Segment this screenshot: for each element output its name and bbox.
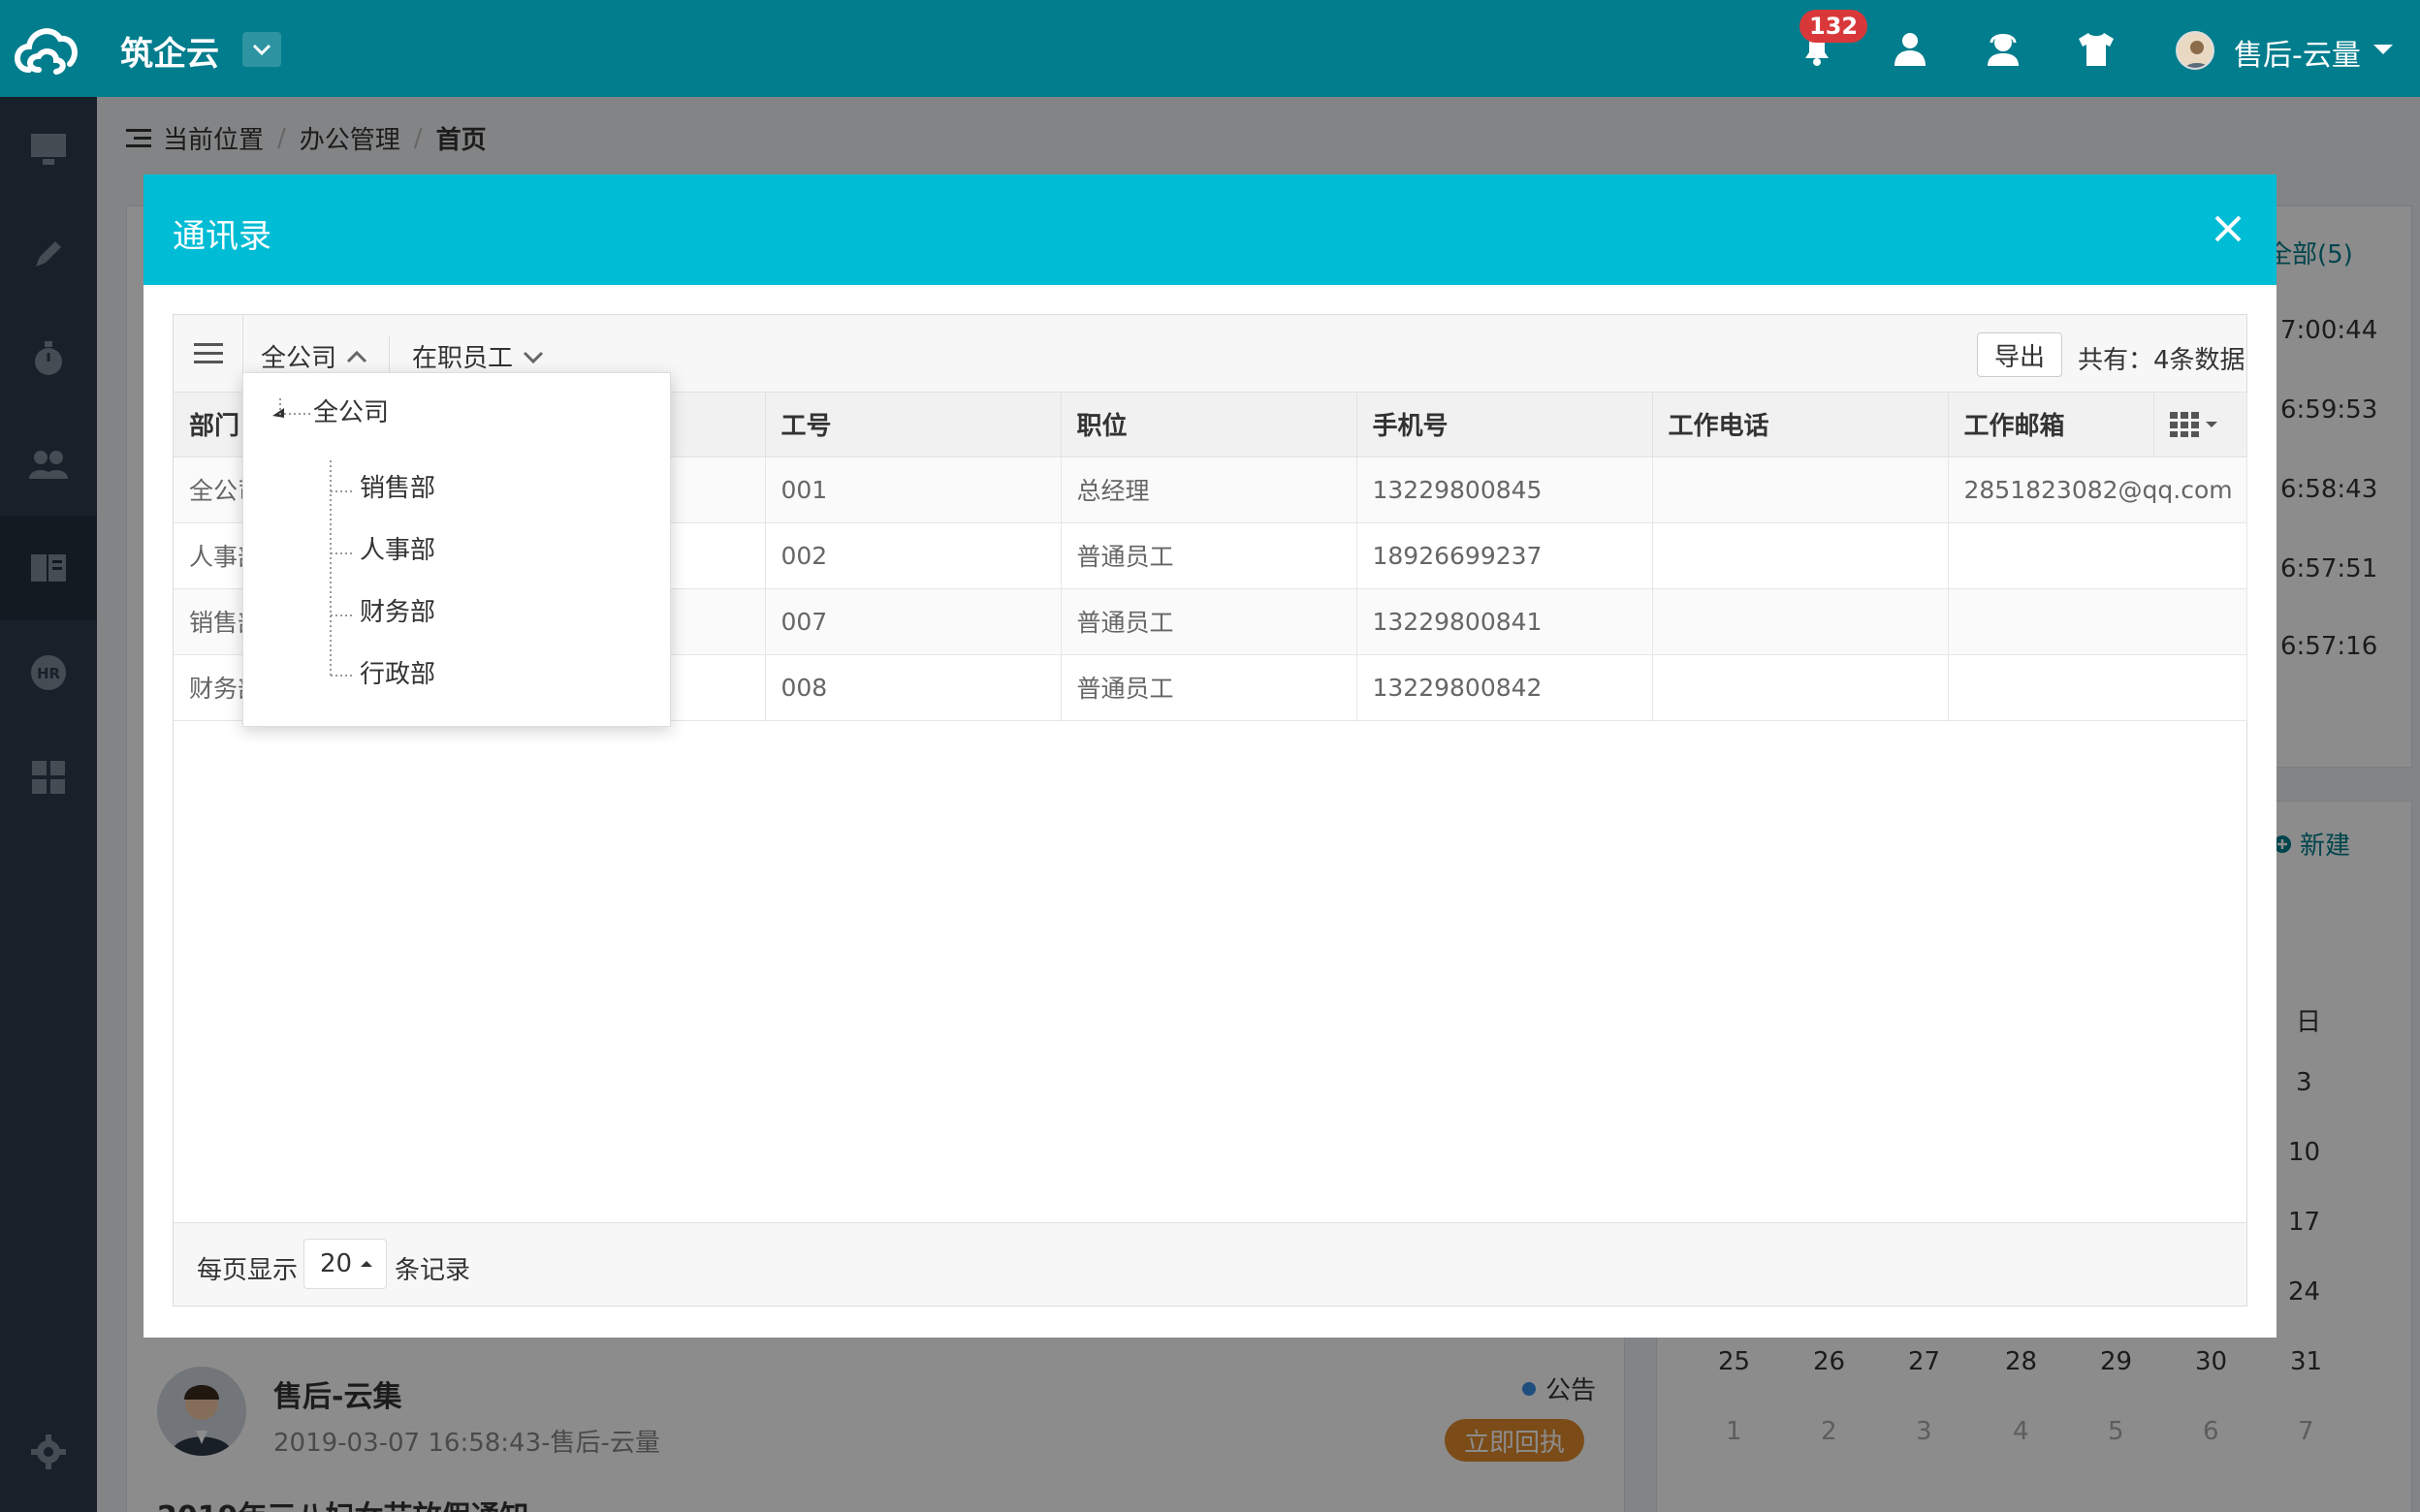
brand-name: 筑企云 — [120, 35, 219, 74]
cell-phone — [1652, 588, 1949, 655]
cell-position: 普通员工 — [1061, 522, 1357, 589]
cell-email — [1948, 654, 2247, 721]
chevron-up-icon — [346, 350, 367, 362]
department-tree-dropdown: 全公司 销售部 人事部 财务部 行政部 — [242, 372, 671, 727]
total-count: 共有：4条数据 — [2078, 346, 2245, 375]
cloud-logo-icon[interactable] — [10, 14, 83, 83]
avatar-person-icon — [2178, 33, 2213, 68]
contacts-modal: 通讯录 全公司 在职员工 导出 共有：4条数据 部门 工号 职位 手机号 工作电… — [143, 174, 2277, 1338]
scope-filter-dropdown[interactable]: 全公司 — [261, 338, 367, 374]
cell-position: 普通员工 — [1061, 654, 1357, 721]
cell-phone — [1652, 654, 1949, 721]
tree-node-admin[interactable]: 行政部 — [360, 654, 435, 690]
cell-id: 007 — [765, 588, 1062, 655]
tree-node-finance[interactable]: 财务部 — [360, 592, 435, 628]
caret-down-icon[interactable] — [2373, 45, 2393, 54]
modal-title: 通讯录 — [173, 217, 271, 256]
user-name[interactable]: 售后-云量 — [2234, 31, 2361, 74]
cell-mobile: 13229800841 — [1356, 588, 1653, 655]
col-header-id[interactable]: 工号 — [765, 393, 1062, 457]
cell-email — [1948, 522, 2247, 589]
modal-header: 通讯录 — [143, 174, 2277, 285]
grid-columns-icon — [2169, 411, 2199, 437]
col-header-phone[interactable]: 工作电话 — [1652, 393, 1949, 457]
cell-id: 002 — [765, 522, 1062, 589]
caret-down-icon — [2205, 421, 2217, 427]
cell-email: 2851823082@qq.com — [1948, 457, 2247, 523]
theme-shirt-icon[interactable] — [2075, 27, 2118, 70]
contact-user-icon[interactable] — [1889, 27, 1931, 70]
toolbar-divider — [389, 336, 390, 375]
status-filter-dropdown[interactable]: 在职员工 — [412, 338, 544, 374]
status-filter-label: 在职员工 — [412, 344, 514, 373]
notification-badge[interactable]: 132 — [1799, 10, 1868, 43]
column-picker-button[interactable] — [2153, 393, 2247, 457]
top-header: 筑企云 132 售后-云量 — [0, 0, 2420, 97]
export-button[interactable]: 导出 — [1977, 332, 2062, 377]
per-page-label: 每页显示 — [197, 1256, 299, 1285]
cell-position: 普通员工 — [1061, 588, 1357, 655]
scope-filter-label: 全公司 — [261, 344, 337, 373]
cell-mobile: 13229800845 — [1356, 457, 1653, 523]
cell-phone — [1652, 522, 1949, 589]
chevron-down-icon — [252, 44, 271, 56]
tree-node-hr[interactable]: 人事部 — [360, 530, 435, 566]
close-icon[interactable] — [2211, 211, 2245, 246]
cell-phone — [1652, 457, 1949, 523]
customer-service-icon[interactable] — [1982, 27, 2024, 70]
per-page-value: 20 — [320, 1249, 353, 1278]
cell-position: 总经理 — [1061, 457, 1357, 523]
cell-id: 008 — [765, 654, 1062, 721]
records-label: 条记录 — [395, 1256, 471, 1285]
per-page-select[interactable]: 20 — [303, 1239, 387, 1289]
chevron-down-icon — [523, 351, 544, 363]
user-avatar[interactable] — [2176, 31, 2214, 70]
col-header-mobile[interactable]: 手机号 — [1356, 393, 1653, 457]
cell-mobile: 13229800842 — [1356, 654, 1653, 721]
brand-dropdown-button[interactable] — [242, 32, 281, 67]
tree-node-root[interactable]: 全公司 — [313, 393, 389, 428]
tree-node-sales[interactable]: 销售部 — [360, 468, 435, 504]
cell-mobile: 18926699237 — [1356, 522, 1653, 589]
hamburger-icon — [193, 343, 223, 363]
cell-email — [1948, 588, 2247, 655]
col-header-email[interactable]: 工作邮箱 — [1948, 393, 2154, 457]
caret-up-icon — [361, 1261, 373, 1267]
cell-id: 001 — [765, 457, 1062, 523]
grid-footer: 每页显示 20 条记录 — [174, 1222, 2246, 1306]
col-header-position[interactable]: 职位 — [1061, 393, 1357, 457]
hamburger-menu-button[interactable] — [174, 315, 243, 393]
tree-connector-lines — [330, 460, 354, 677]
